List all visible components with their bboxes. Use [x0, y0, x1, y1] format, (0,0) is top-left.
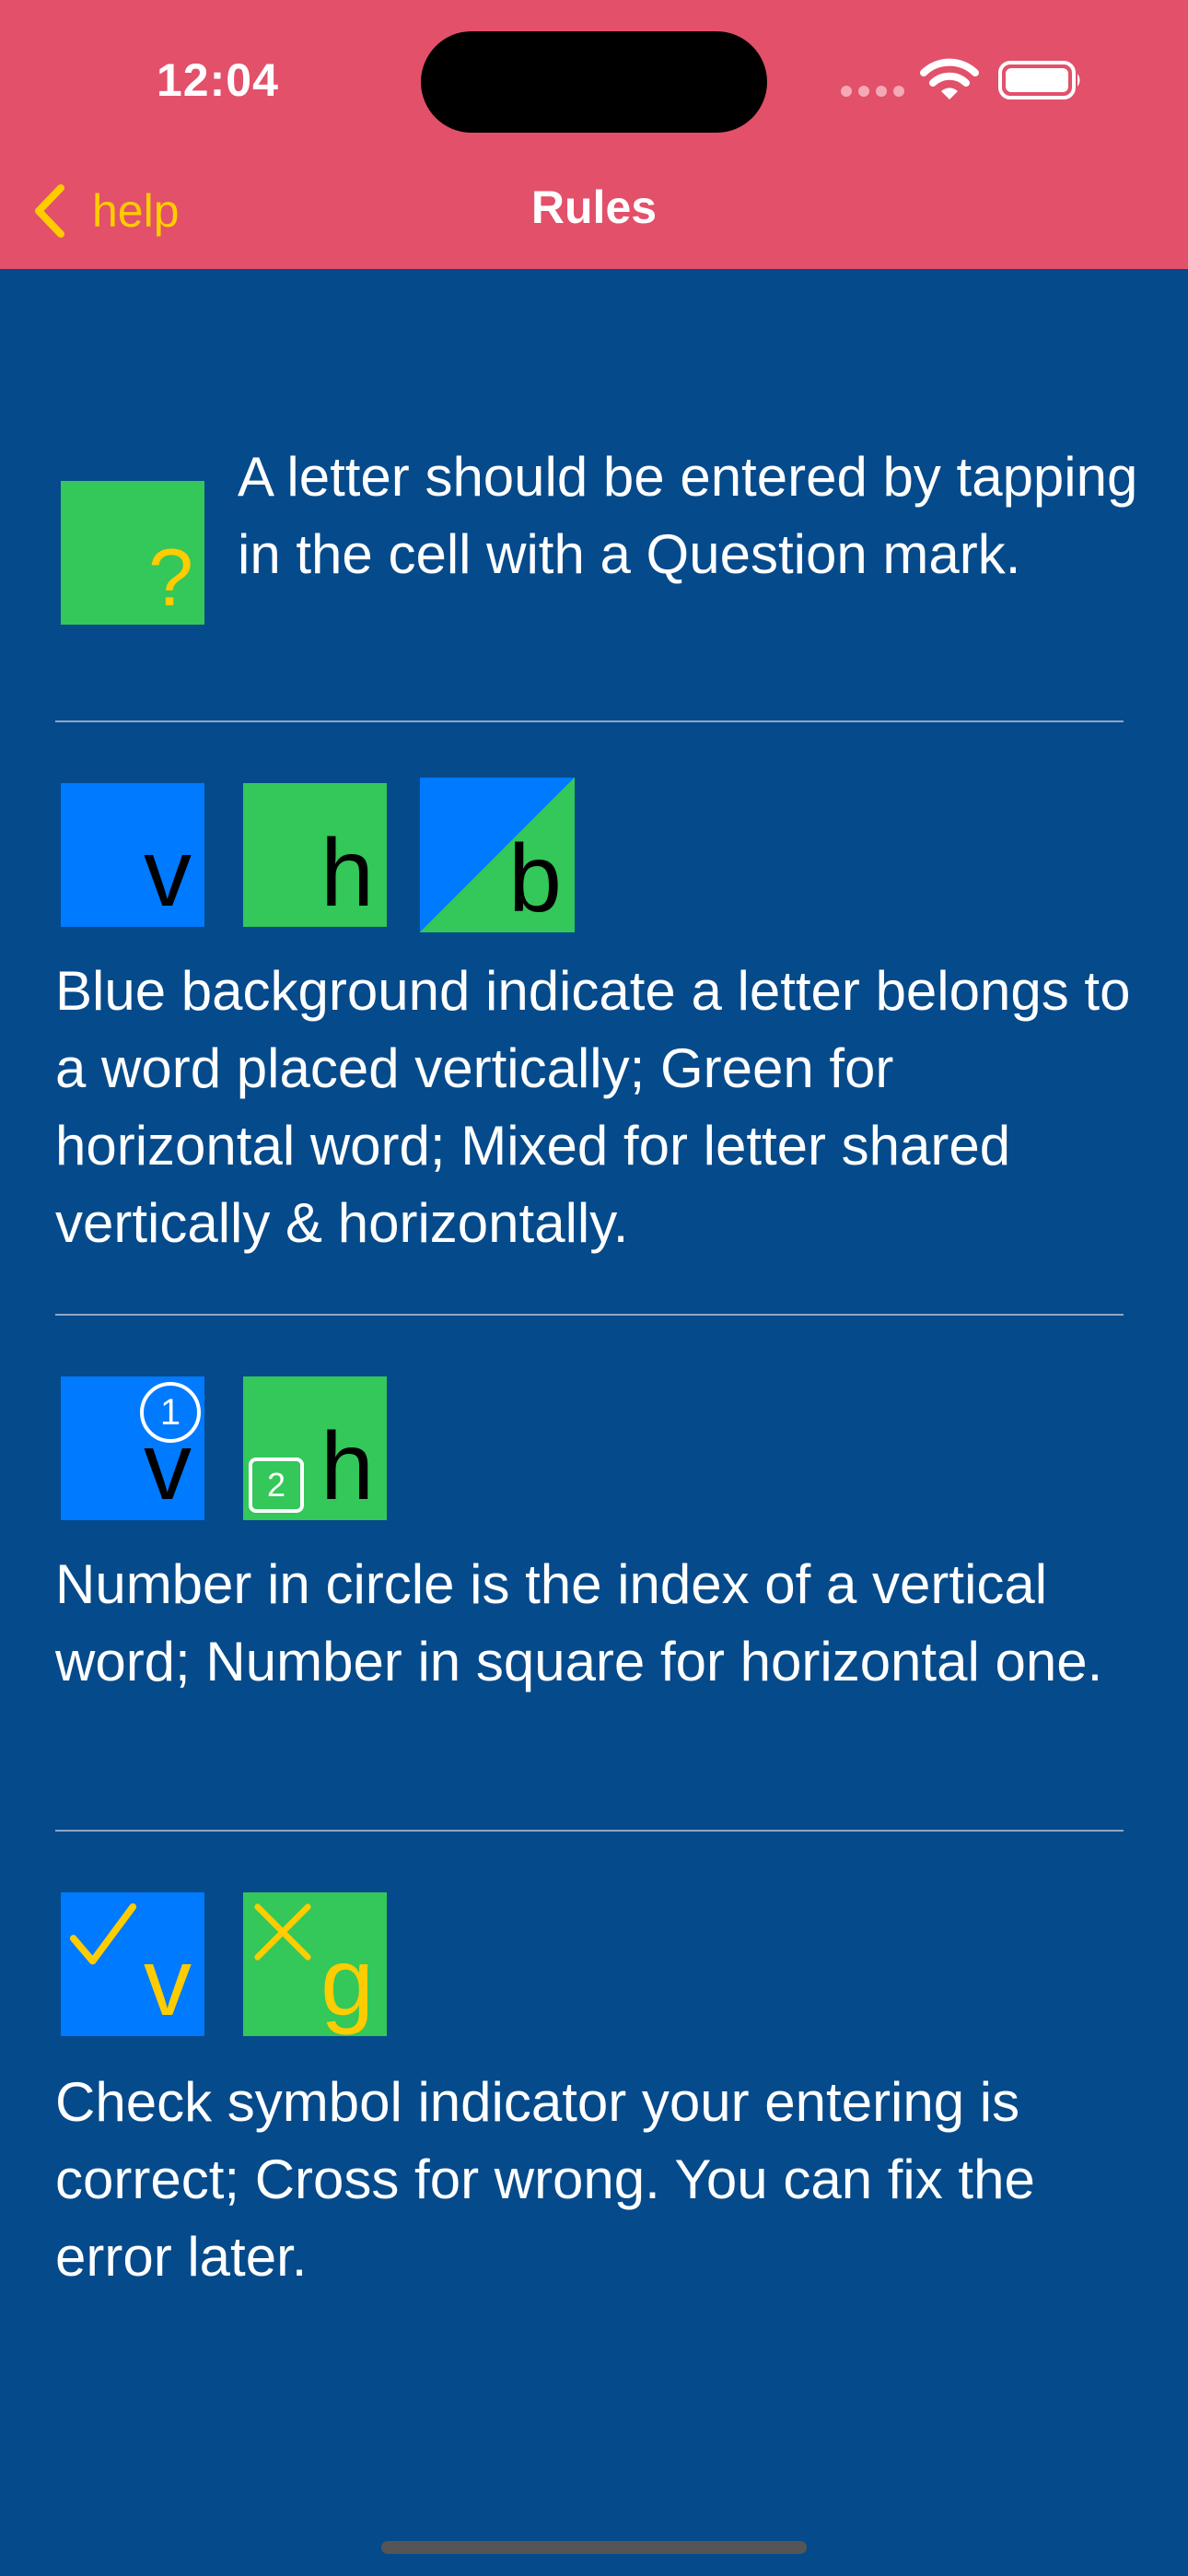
- square-index-badge: 2: [249, 1458, 304, 1513]
- rule-text-check-cross: Check symbol indicator your entering is …: [55, 2071, 1035, 2288]
- correct-cell: v: [61, 1892, 204, 2036]
- cell-letter: h: [320, 820, 374, 927]
- wrong-cell: g: [243, 1892, 387, 2036]
- vertical-index-cell: 1 v: [61, 1376, 204, 1520]
- divider: [55, 720, 1124, 722]
- battery-icon: [998, 61, 1080, 100]
- wifi-icon: [920, 58, 979, 100]
- mixed-cell: b: [420, 778, 575, 932]
- cell-letter: g: [320, 1929, 374, 2036]
- navigation-header: 12:04 help Rules: [0, 0, 1188, 269]
- page-title: Rules: [530, 181, 658, 233]
- horizontal-cell: h: [243, 783, 387, 927]
- cell-letter: v: [144, 1413, 192, 1520]
- divider: [55, 1830, 1124, 1832]
- divider: [55, 1314, 1124, 1316]
- check-icon: [69, 1903, 137, 1965]
- vertical-cell: v: [61, 783, 204, 927]
- horizontal-index-cell: 2 h: [243, 1376, 387, 1520]
- cell-letter: b: [508, 825, 562, 932]
- status-time: 12:04: [157, 54, 279, 106]
- cross-icon: [254, 1903, 311, 1961]
- dynamic-island: [421, 31, 767, 133]
- question-mark: ?: [148, 532, 193, 623]
- rule-text-colors: Blue background indicate a letter belong…: [55, 960, 1131, 1254]
- cell-letter: v: [144, 1929, 192, 2036]
- rule-text-question: A letter should be entered by tapping in…: [238, 446, 1138, 585]
- signal-dots-icon: [841, 86, 904, 97]
- cell-letter: h: [320, 1413, 374, 1520]
- question-cell: ?: [61, 481, 204, 625]
- home-indicator[interactable]: [381, 2541, 807, 2554]
- rule-text-indexes: Number in circle is the index of a verti…: [55, 1553, 1103, 1692]
- cell-letter: v: [144, 820, 192, 927]
